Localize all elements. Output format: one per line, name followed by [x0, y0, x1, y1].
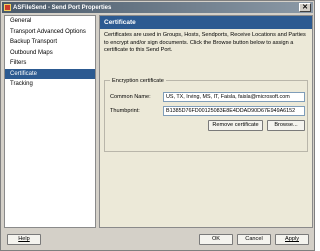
sidebar-item-transport-advanced-options[interactable]: Transport Advanced Options	[5, 27, 95, 38]
panel-title: Certificate	[100, 16, 312, 29]
cancel-button[interactable]: Cancel	[237, 234, 271, 245]
encryption-certificate-legend: Encryption certificate	[110, 77, 166, 85]
properties-nav-list: General Transport Advanced Options Backu…	[4, 15, 96, 228]
biztalk-app-icon	[4, 4, 11, 11]
help-button-label: Help	[18, 236, 30, 242]
remove-certificate-button[interactable]: Remove certificate	[208, 120, 263, 131]
panel-body: Certificates are used in Groups, Hosts, …	[100, 29, 312, 227]
title-bar[interactable]: ASFileSend - Send Port Properties ✕	[2, 2, 313, 13]
sidebar-item-general[interactable]: General	[5, 16, 95, 27]
common-name-label: Common Name:	[110, 94, 151, 100]
thumbprint-field[interactable]: B1385D76FD00125083E8E4DDAD90D67E949A6152	[163, 106, 305, 116]
certificate-panel: Certificate Certificates are used in Gro…	[99, 15, 313, 228]
thumbprint-label: Thumbprint:	[110, 108, 140, 114]
sidebar-item-outbound-maps[interactable]: Outbound Maps	[5, 48, 95, 59]
encryption-certificate-group: Encryption certificate Common Name: US, …	[104, 77, 308, 152]
sidebar-item-backup-transport[interactable]: Backup Transport	[5, 37, 95, 48]
sidebar-item-certificate[interactable]: Certificate	[5, 68, 95, 79]
sidebar-item-tracking[interactable]: Tracking	[5, 79, 95, 90]
certificate-description: Certificates are used in Groups, Hosts, …	[104, 32, 306, 53]
common-name-field[interactable]: US, TX, Irving, MS, IT, Faisla, faisla@m…	[163, 92, 305, 102]
apply-button[interactable]: Apply	[275, 234, 309, 245]
ok-button[interactable]: OK	[199, 234, 233, 245]
sidebar-item-filters[interactable]: Filters	[5, 58, 95, 69]
send-port-properties-window: ASFileSend - Send Port Properties ✕ Gene…	[0, 0, 315, 251]
window-title: ASFileSend - Send Port Properties	[13, 4, 112, 11]
apply-button-label: Apply	[285, 236, 299, 242]
help-button[interactable]: Help	[7, 234, 41, 245]
browse-button[interactable]: Browse...	[267, 120, 305, 131]
close-icon[interactable]: ✕	[299, 3, 311, 12]
